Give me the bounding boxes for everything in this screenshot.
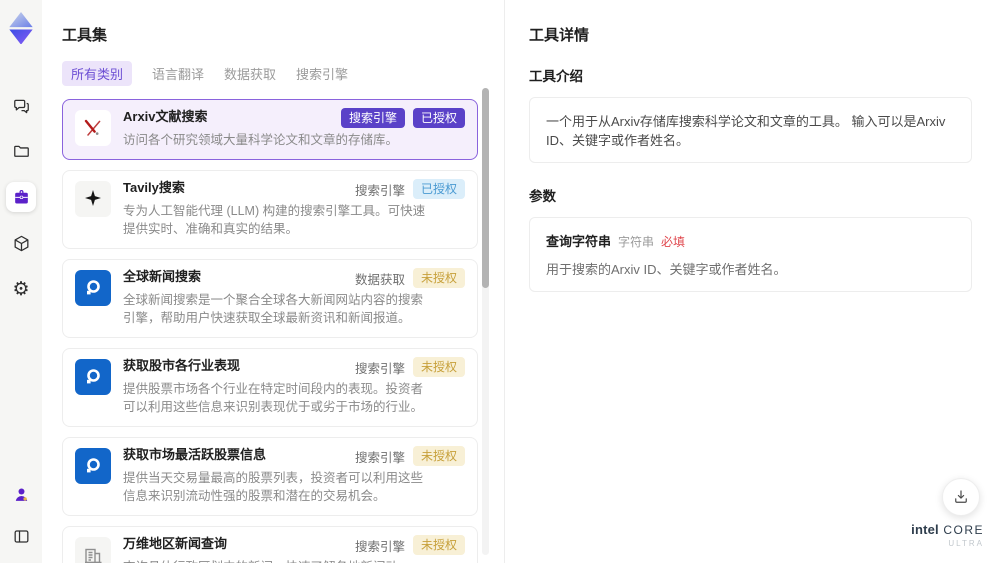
category-label: 搜索引擎	[354, 450, 405, 465]
tool-description: 专为人工智能代理 (LLM) 构建的搜索引擎工具。可快速提供实时、准确和真实的结…	[123, 204, 426, 236]
card-badges: 搜索引擎 未授权	[347, 535, 465, 555]
category-label: 搜索引擎	[354, 539, 405, 554]
param-required-badge: 必填	[661, 235, 686, 249]
news-api-logo-icon	[75, 270, 111, 306]
tool-description: 全球新闻搜索是一个聚合全球各大新闻网站内容的搜索引擎，帮助用户快速获取全球最新资…	[123, 293, 424, 325]
category-tab[interactable]: 所有类别	[62, 61, 133, 86]
intro-heading: 工具介绍	[529, 69, 583, 84]
card-body: Tavily搜索 搜索引擎 已授权专为人工智能代理 (LLM) 构建的搜索引擎工具。…	[123, 179, 465, 238]
brand-ultra: ultra	[948, 539, 984, 549]
tool-intro-box: 一个用于从Arxiv存储库搜索科学论文和文章的工具。 输入可以是Arxiv ID…	[529, 97, 972, 163]
tool-card[interactable]: 获取股市各行业表现 搜索引擎 未授权提供股票市场各个行业在特定时间段内的表现。投资者…	[62, 348, 478, 427]
card-badges: 数据获取 未授权	[347, 268, 465, 288]
param-header: 查询字符串 字符串 必填	[546, 231, 955, 250]
rail-bottom	[6, 479, 36, 551]
params-heading: 参数	[529, 189, 556, 204]
brand-core: core	[943, 522, 984, 537]
app-logo-icon[interactable]	[7, 11, 35, 45]
detail-panel: 工具详情 工具介绍 一个用于从Arxiv存储库搜索科学论文和文章的工具。 输入可…	[505, 0, 1000, 563]
arxiv-logo-icon	[75, 110, 111, 146]
card-body: 全球新闻搜索 数据获取 未授权全球新闻搜索是一个聚合全球各大新闻网站内容的搜索引擎，…	[123, 268, 465, 327]
left-rail: ⚙	[0, 0, 42, 563]
card-badges: 搜索引擎 未授权	[347, 446, 465, 466]
category-label: 搜索引擎	[354, 361, 405, 376]
card-body: 获取市场最活跃股票信息 搜索引擎 未授权提供当天交易量最高的股票列表，投资者可以利用…	[123, 446, 465, 505]
tool-name: Tavily搜索	[123, 180, 185, 195]
tool-card[interactable]: Arxiv文献搜索 搜索引擎 已授权 访问各个研究领域大量科学论文和文章的存储库。	[62, 99, 478, 160]
download-button[interactable]	[942, 478, 980, 516]
tool-name: 全球新闻搜索	[123, 269, 202, 284]
auth-badge: 已授权	[412, 179, 465, 199]
card-body: 万维地区新闻查询 搜索引擎未授权查询具体行政区划内的新闻，快速了解各地新闻动	[123, 535, 465, 563]
category-tab[interactable]: 数据获取	[224, 61, 276, 86]
category-badge: 搜索引擎	[340, 108, 405, 128]
settings-icon[interactable]: ⚙	[6, 274, 36, 304]
brand-intel: intel	[911, 521, 939, 537]
auth-badge: 未授权	[412, 446, 465, 466]
tool-list: Arxiv文献搜索 搜索引擎 已授权 访问各个研究领域大量科学论文和文章的存储库。 Ta…	[62, 99, 478, 563]
app-root: ⚙ 工具集 所有类别语言翻译数据获取搜索引擎 Arxiv文献搜索搜索引擎	[0, 0, 1000, 563]
category-label: 数据获取	[354, 272, 405, 287]
chat-icon[interactable]	[6, 90, 36, 120]
tool-intro-text: 一个用于从Arxiv存储库搜索科学论文和文章的工具。 输入可以是Arxiv ID…	[546, 114, 946, 148]
card-badges: 搜索引擎 未授权	[347, 357, 465, 377]
tool-card[interactable]: 万维地区新闻查询 搜索引擎未授权查询具体行政区划内的新闻，快速了解各地新闻动	[62, 526, 478, 563]
intel-core-logo: intel core ultra	[911, 521, 984, 549]
card-badges: 搜索引擎 已授权	[333, 108, 465, 128]
toolbox-icon[interactable]	[6, 182, 36, 212]
scrollbar-track[interactable]	[482, 88, 489, 555]
package-icon[interactable]	[6, 228, 36, 258]
download-icon	[955, 490, 967, 503]
auth-badge: 未授权	[412, 268, 465, 288]
category-tab[interactable]: 语言翻译	[152, 61, 204, 86]
news-api-logo-icon	[75, 448, 111, 484]
auth-badge: 未授权	[412, 357, 465, 377]
scrollbar-thumb[interactable]	[482, 88, 489, 288]
tools-panel: 工具集 所有类别 语言翻译 数据获取 搜索引擎 Arxiv文献搜索 搜索引擎 已授权 访问各…	[42, 0, 505, 563]
tool-card[interactable]: Tavily搜索 搜索引擎 已授权专为人工智能代理 (LLM) 构建的搜索引擎工具。…	[62, 170, 478, 249]
panel-toggle-icon[interactable]	[6, 521, 36, 551]
tool-description: 查询具体行政区划内的新闻，快速了解各地新闻动	[123, 558, 465, 563]
category-tabs: 所有类别 语言翻译 数据获取 搜索引擎	[62, 61, 478, 86]
news-api-logo-icon	[75, 359, 111, 395]
tool-description: 提供当天交易量最高的股票列表，投资者可以利用这些信息来识别流动性强的股票和潜在的…	[123, 471, 424, 503]
folder-icon[interactable]	[6, 136, 36, 166]
tool-name: 万维地区新闻查询	[123, 536, 228, 551]
tool-card[interactable]: 全球新闻搜索 数据获取 未授权全球新闻搜索是一个聚合全球各大新闻网站内容的搜索引擎，…	[62, 259, 478, 338]
param-type: 字符串	[618, 235, 655, 249]
card-badges: 搜索引擎 已授权	[347, 179, 465, 199]
param-box: 查询字符串 字符串 必填 用于搜索的Arxiv ID、关键字或作者姓名。	[529, 217, 972, 292]
detail-title: 工具详情	[529, 27, 590, 44]
param-name: 查询字符串	[546, 234, 612, 249]
tool-card[interactable]: 获取市场最活跃股票信息 搜索引擎 未授权提供当天交易量最高的股票列表，投资者可以利用…	[62, 437, 478, 516]
category-label: 搜索引擎	[354, 183, 405, 198]
tool-description: 访问各个研究领域大量科学论文和文章的存储库。	[123, 133, 399, 147]
user-avatar-icon[interactable]	[6, 479, 36, 509]
auth-badge: 已授权	[412, 108, 465, 128]
card-body: Arxiv文献搜索 搜索引擎 已授权 访问各个研究领域大量科学论文和文章的存储库。	[123, 108, 465, 149]
param-description: 用于搜索的Arxiv ID、关键字或作者姓名。	[546, 262, 787, 277]
tool-name: 获取市场最活跃股票信息	[123, 447, 267, 462]
page-title: 工具集	[62, 27, 108, 44]
auth-badge: 未授权	[412, 535, 465, 555]
tool-name: Arxiv文献搜索	[123, 109, 208, 124]
tool-name: 获取股市各行业表现	[123, 358, 241, 373]
category-tab[interactable]: 搜索引擎	[296, 61, 348, 86]
tool-description: 提供股票市场各个行业在特定时间段内的表现。投资者可以利用这些信息来识别表现优于或…	[123, 382, 424, 414]
tavily-star-icon	[75, 181, 111, 217]
card-body: 获取股市各行业表现 搜索引擎 未授权提供股票市场各个行业在特定时间段内的表现。投资者…	[123, 357, 465, 416]
building-news-icon	[75, 537, 111, 563]
rail-nav: ⚙	[6, 90, 36, 304]
